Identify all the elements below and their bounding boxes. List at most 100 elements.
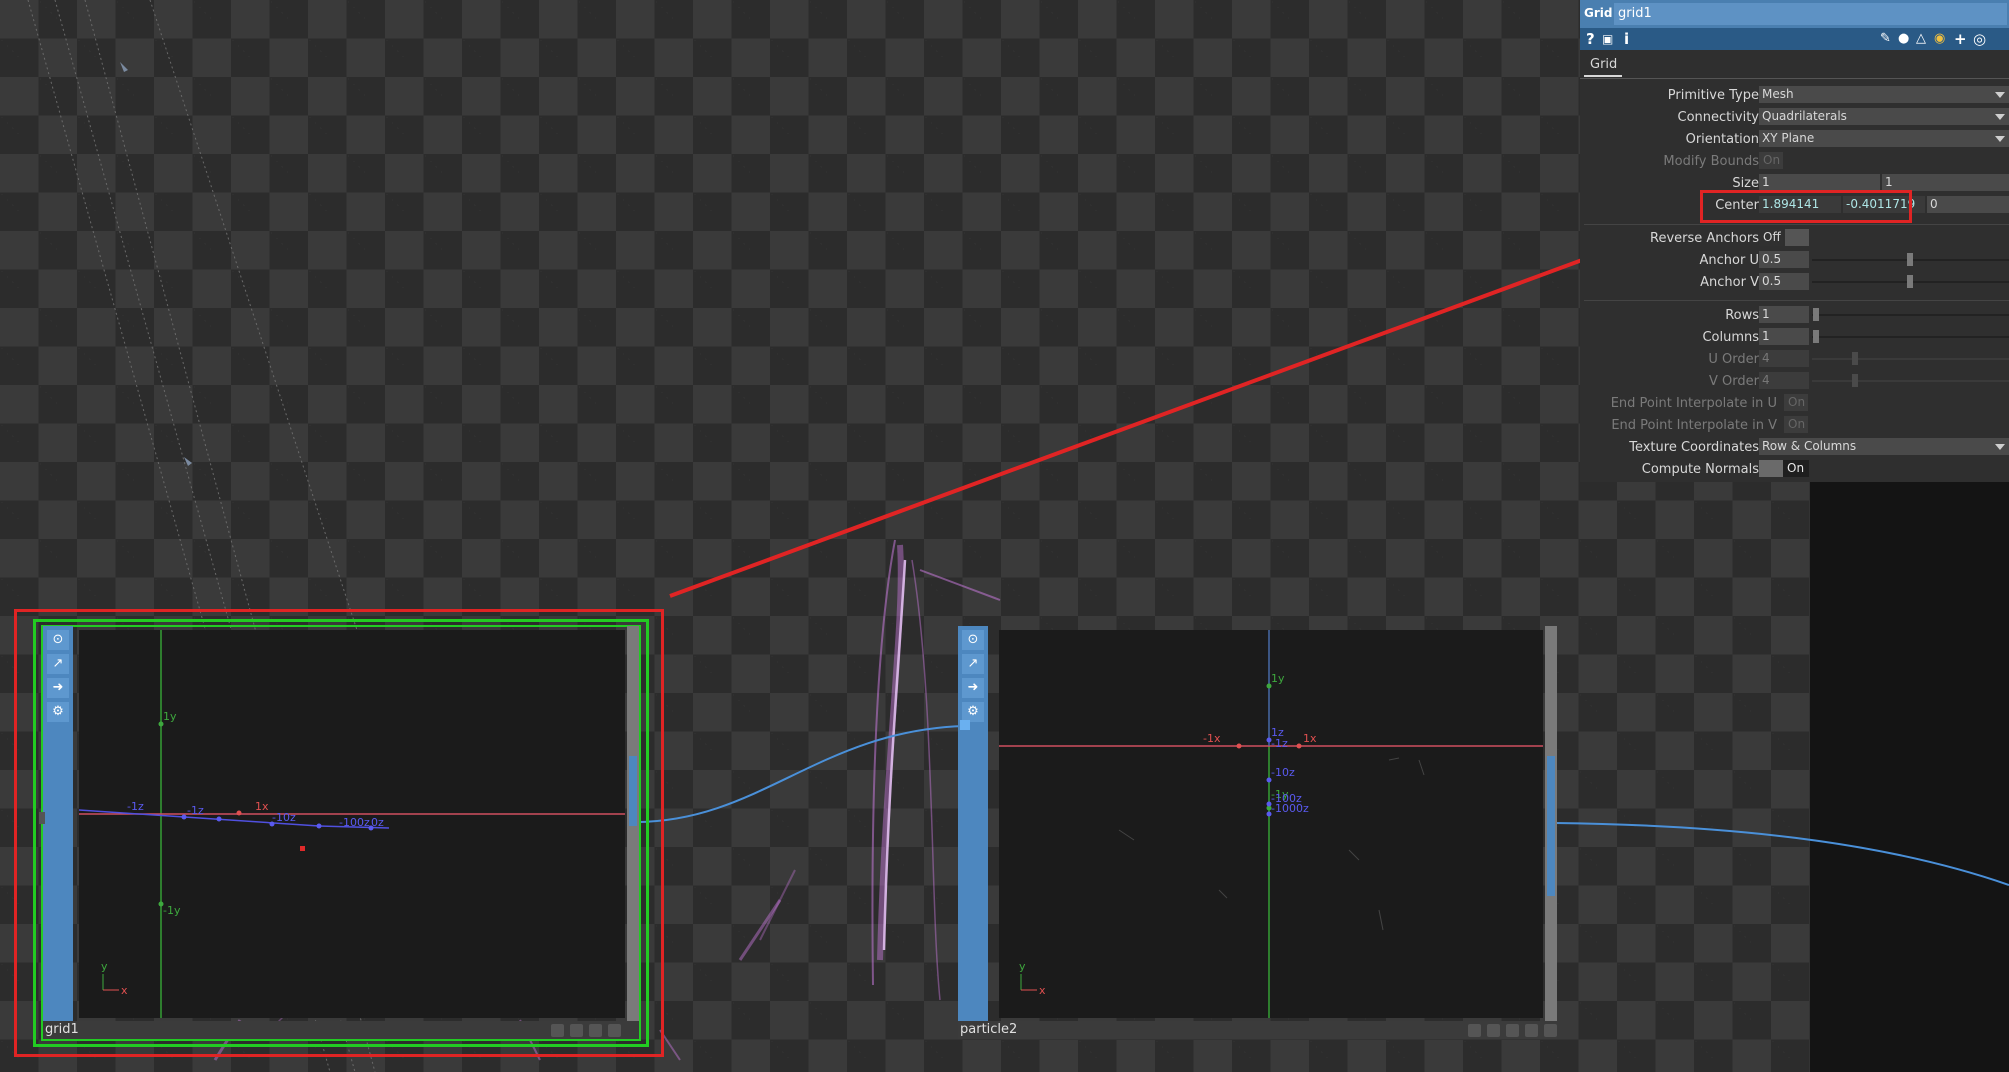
primitive-type-dropdown[interactable]: Mesh bbox=[1759, 86, 2009, 103]
operator-type: Grid bbox=[1584, 6, 1613, 20]
param-rows: Rows 1 bbox=[1580, 305, 2009, 325]
output-connector[interactable] bbox=[1547, 756, 1555, 896]
flag-button[interactable] bbox=[1487, 1024, 1500, 1037]
python-help-icon[interactable]: ▣ bbox=[1602, 30, 1613, 48]
size-x-field[interactable]: 1 bbox=[1759, 174, 1880, 191]
flag-button[interactable] bbox=[608, 1024, 621, 1037]
u-order-field: 4 bbox=[1759, 350, 1809, 367]
python-icon[interactable]: ◉ bbox=[1934, 30, 1945, 48]
compute-normals-switch[interactable] bbox=[1759, 460, 1783, 477]
input-connector[interactable] bbox=[960, 720, 970, 730]
param-label: Reverse Anchors bbox=[1650, 231, 1759, 246]
param-columns: Columns 1 bbox=[1580, 327, 2009, 347]
output-connector[interactable] bbox=[629, 756, 637, 826]
flag-button[interactable] bbox=[1506, 1024, 1519, 1037]
help-icon[interactable]: ? bbox=[1586, 30, 1595, 48]
label-y-neg: -1y bbox=[163, 904, 181, 917]
info-icon[interactable]: i bbox=[1624, 30, 1629, 48]
wire-particle2-out bbox=[1554, 822, 2009, 886]
operator-name-field[interactable]: grid1 bbox=[1614, 3, 2007, 25]
label-z-neg1000: 0z bbox=[371, 816, 384, 829]
comment-icon[interactable]: ● bbox=[1898, 30, 1909, 48]
size-y-field[interactable]: 1 bbox=[1882, 174, 2009, 191]
param-u-order: U Order 4 bbox=[1580, 349, 2009, 369]
texture-coordinates-dropdown[interactable]: Row & Columns bbox=[1759, 438, 2009, 455]
edit-icon[interactable]: ✎ bbox=[1880, 30, 1891, 48]
node-left-strip: ⊙ ↗ ➜ ⚙ bbox=[958, 626, 988, 1039]
flag-button[interactable] bbox=[1525, 1024, 1538, 1037]
flag-button[interactable] bbox=[1468, 1024, 1481, 1037]
param-label: Size bbox=[1732, 176, 1759, 191]
bypass-arrow-icon[interactable]: ➜ bbox=[962, 678, 984, 698]
custom-params-icon[interactable]: △ bbox=[1916, 30, 1926, 48]
panel-titlebar: Grid grid1 bbox=[1580, 0, 2009, 28]
axis-gizmo-x: x bbox=[1039, 984, 1046, 997]
label-z-neg1000: -1000z bbox=[1271, 802, 1309, 815]
anchor-v-field[interactable]: 0.5 bbox=[1759, 273, 1809, 290]
cook-icon[interactable]: ↗ bbox=[962, 654, 984, 674]
anchor-u-field[interactable]: 0.5 bbox=[1759, 251, 1809, 268]
param-label: V Order bbox=[1709, 374, 1759, 389]
anchor-u-slider-handle[interactable] bbox=[1907, 253, 1913, 266]
reverse-anchors-switch[interactable] bbox=[1785, 229, 1809, 246]
label-x-pos: 1x bbox=[255, 800, 269, 813]
input-connector[interactable] bbox=[39, 812, 45, 824]
label-z-neg1b: -1z bbox=[187, 804, 204, 817]
axis-gizmo-x: x bbox=[121, 984, 128, 997]
node-footer: particle2 bbox=[958, 1021, 1557, 1039]
center-z-field[interactable]: 0 bbox=[1927, 196, 2009, 213]
viewer-particle2[interactable]: 1y -1y -1x 1x 1z -1z -10z -100z -1000z y… bbox=[999, 630, 1543, 1018]
columns-field[interactable]: 1 bbox=[1759, 328, 1809, 345]
wire-grid1-to-particle2 bbox=[634, 725, 966, 823]
label-z-neg1: -1z bbox=[1271, 737, 1288, 750]
modify-bounds-toggle[interactable]: On bbox=[1759, 152, 1783, 169]
orientation-dropdown[interactable]: XY Plane bbox=[1759, 130, 2009, 147]
node-left-strip: ⊙ ↗ ➜ ⚙ bbox=[39, 626, 73, 1039]
param-compute-normals: Compute Normals On bbox=[1580, 459, 2009, 479]
label-z-neg1: -1z bbox=[127, 800, 144, 813]
connectivity-dropdown[interactable]: Quadrilaterals bbox=[1759, 108, 2009, 125]
flag-button[interactable] bbox=[570, 1024, 583, 1037]
v-order-slider-handle bbox=[1852, 374, 1858, 387]
end-interp-u-toggle: On bbox=[1784, 394, 1808, 411]
target-icon[interactable]: ◎ bbox=[1973, 30, 1986, 48]
rows-slider-track[interactable] bbox=[1812, 314, 2009, 316]
label-x-neg: -1x bbox=[1203, 732, 1221, 745]
columns-slider-track[interactable] bbox=[1812, 336, 2009, 338]
cook-icon[interactable]: ↗ bbox=[47, 654, 69, 674]
label-y-pos: 1y bbox=[1271, 672, 1285, 685]
flag-button[interactable] bbox=[1544, 1024, 1557, 1037]
anchor-v-slider-handle[interactable] bbox=[1907, 275, 1913, 288]
viewer-toggle-icon[interactable]: ⊙ bbox=[47, 630, 69, 650]
param-label: Primitive Type bbox=[1667, 88, 1759, 103]
flag-button[interactable] bbox=[589, 1024, 602, 1037]
param-label: U Order bbox=[1708, 352, 1759, 367]
panel-tabs: Grid bbox=[1580, 52, 2009, 79]
bypass-arrow-icon[interactable]: ➜ bbox=[47, 678, 69, 698]
guide-arrowhead bbox=[120, 62, 128, 72]
flag-button[interactable] bbox=[551, 1024, 564, 1037]
rows-field[interactable]: 1 bbox=[1759, 306, 1809, 323]
tab-grid[interactable]: Grid bbox=[1584, 55, 1622, 77]
rows-slider-handle[interactable] bbox=[1813, 308, 1819, 321]
label-z-neg100: -100z bbox=[339, 816, 370, 829]
node-name-particle2[interactable]: particle2 bbox=[960, 1021, 1017, 1039]
columns-slider-handle[interactable] bbox=[1813, 330, 1819, 343]
viewer-grid1[interactable]: 1y -1y 1x -1z -1z -10z -100z 0z y x bbox=[78, 630, 625, 1018]
param-label: Modify Bounds bbox=[1663, 154, 1759, 169]
highlight-box-center bbox=[1700, 190, 1912, 223]
node-name-grid1[interactable]: grid1 bbox=[45, 1021, 79, 1039]
compute-normals-toggle[interactable]: On bbox=[1783, 460, 1809, 477]
reverse-anchors-toggle[interactable]: Off bbox=[1759, 229, 1783, 246]
param-orientation: Orientation XY Plane bbox=[1580, 129, 2009, 149]
add-icon[interactable]: + bbox=[1954, 30, 1967, 48]
node-footer: grid1 bbox=[43, 1021, 639, 1039]
param-label: Rows bbox=[1725, 308, 1759, 323]
node-grid1[interactable]: ⊙ ↗ ➜ ⚙ 1y -1y 1x -1z -1z -10z -100z 0z … bbox=[39, 626, 639, 1039]
lock-icon[interactable]: ⚙ bbox=[47, 702, 69, 722]
node-right-strip bbox=[1545, 626, 1557, 1039]
lock-icon[interactable]: ⚙ bbox=[962, 702, 984, 722]
viewer-toggle-icon[interactable]: ⊙ bbox=[962, 630, 984, 650]
param-primitive-type: Primitive Type Mesh bbox=[1580, 85, 2009, 105]
node-particle2[interactable]: ⊙ ↗ ➜ ⚙ 1y -1y -1x 1x 1z -1z -10z -100z … bbox=[958, 626, 1557, 1039]
